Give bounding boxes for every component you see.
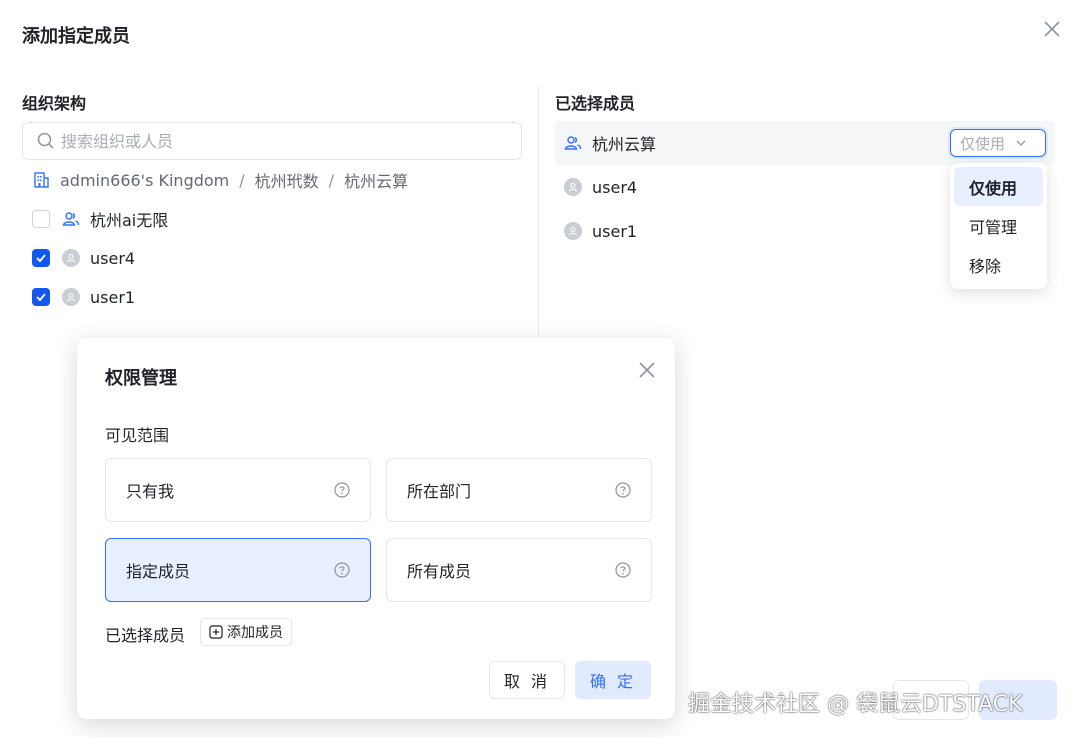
modal-cancel-button[interactable]: 取 消 bbox=[489, 661, 565, 699]
org-title: 组织架构 bbox=[22, 94, 87, 113]
question-icon[interactable] bbox=[334, 562, 350, 578]
dropdown-item[interactable]: 移除 bbox=[954, 245, 1043, 284]
modal-confirm-button[interactable]: 确 定 bbox=[575, 661, 651, 699]
scope-option-label: 指定成员 bbox=[126, 562, 191, 581]
permission-select[interactable]: 仅使用 bbox=[950, 129, 1046, 157]
modal-title: 权限管理 bbox=[105, 368, 177, 389]
watermark: 掘金技术社区 @ 袋鼠云DTSTACK bbox=[688, 692, 1023, 717]
selected-item-label: 杭州云算 bbox=[592, 135, 657, 154]
permission-select-value: 仅使用 bbox=[960, 134, 1006, 153]
checkbox[interactable] bbox=[32, 210, 50, 228]
list-item[interactable]: user4 bbox=[32, 245, 135, 271]
scope-option[interactable]: 所有成员 bbox=[386, 538, 652, 602]
breadcrumb-separator: / bbox=[239, 170, 245, 190]
divider bbox=[538, 86, 539, 336]
search-icon bbox=[37, 132, 55, 150]
selected-title: 已选择成员 bbox=[555, 94, 636, 113]
breadcrumb-separator: / bbox=[328, 170, 335, 190]
close-icon[interactable] bbox=[1040, 18, 1064, 42]
avatar bbox=[564, 178, 582, 196]
dropdown-item[interactable]: 仅使用 bbox=[954, 167, 1043, 206]
search-input[interactable] bbox=[61, 131, 501, 151]
scope-option[interactable]: 所在部门 bbox=[386, 458, 652, 522]
permission-dropdown: 仅使用 可管理 移除 bbox=[950, 163, 1047, 289]
selected-item-label: user1 bbox=[592, 221, 638, 241]
search-box[interactable] bbox=[22, 122, 522, 160]
avatar bbox=[62, 288, 80, 306]
add-member-label: 添加成员 bbox=[227, 625, 283, 641]
scope-option[interactable]: 只有我 bbox=[105, 458, 371, 522]
avatar bbox=[564, 222, 582, 240]
list-item-label: 杭州ai无限 bbox=[90, 211, 169, 230]
scope-option-selected[interactable]: 指定成员 bbox=[105, 538, 371, 602]
permission-modal: 权限管理 可见范围 只有我 所在部门 指定成员 所有成员 已选择成员 添加成员 … bbox=[77, 338, 675, 719]
dropdown-item[interactable]: 可管理 bbox=[954, 206, 1043, 245]
dialog-title: 添加指定成员 bbox=[22, 26, 130, 47]
scope-label: 可见范围 bbox=[105, 426, 170, 445]
question-icon[interactable] bbox=[615, 562, 631, 578]
team-icon bbox=[564, 134, 582, 152]
question-icon[interactable] bbox=[334, 482, 350, 498]
checkbox-checked[interactable] bbox=[32, 249, 50, 267]
list-item-label: user4 bbox=[90, 248, 136, 268]
close-icon[interactable] bbox=[637, 360, 659, 382]
checkbox-checked[interactable] bbox=[32, 288, 50, 306]
scope-option-label: 所有成员 bbox=[407, 562, 472, 581]
chevron-down-icon bbox=[1015, 137, 1027, 149]
list-item-label: user1 bbox=[90, 287, 136, 307]
building-icon bbox=[32, 171, 50, 189]
list-item[interactable]: 杭州ai无限 bbox=[32, 206, 168, 232]
breadcrumb-item[interactable]: 杭州玳数 bbox=[255, 168, 319, 192]
selected-members-label: 已选择成员 bbox=[105, 626, 186, 645]
breadcrumb-item[interactable]: 杭州云算 bbox=[344, 168, 408, 192]
scope-option-label: 只有我 bbox=[126, 482, 175, 501]
scope-option-label: 所在部门 bbox=[407, 482, 472, 501]
breadcrumb-item[interactable]: admin666's Kingdom bbox=[60, 171, 229, 190]
team-icon bbox=[62, 210, 80, 228]
add-member-button[interactable]: 添加成员 bbox=[200, 618, 292, 646]
breadcrumb: admin666's Kingdom / 杭州玳数 / 杭州云算 bbox=[32, 168, 408, 192]
question-icon[interactable] bbox=[615, 482, 631, 498]
selected-item-label: user4 bbox=[592, 177, 638, 197]
avatar bbox=[62, 249, 80, 267]
list-item[interactable]: user1 bbox=[32, 284, 135, 310]
plus-square-icon bbox=[209, 625, 223, 639]
